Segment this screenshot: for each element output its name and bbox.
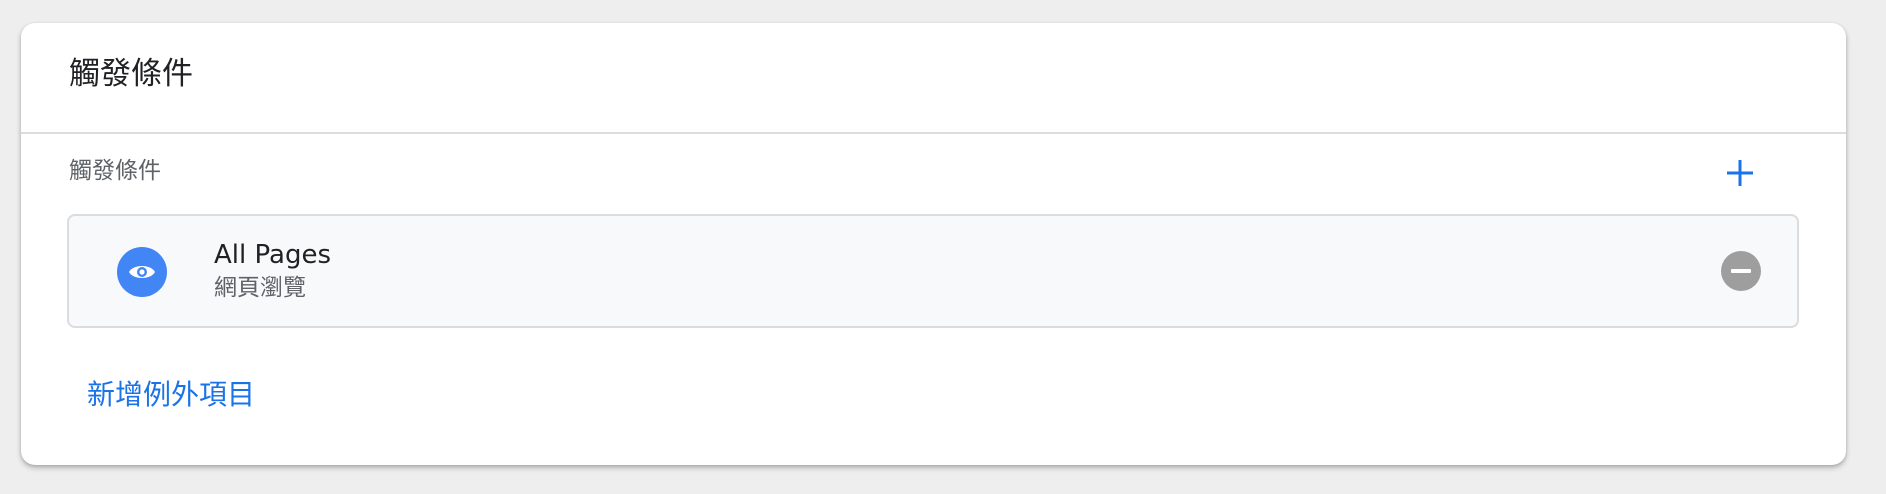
trigger-row[interactable]: All Pages 網頁瀏覽 (67, 214, 1799, 328)
remove-trigger-button[interactable] (1721, 251, 1761, 291)
section-label: 觸發條件 (69, 158, 161, 184)
eye-icon (117, 247, 167, 297)
add-trigger-button[interactable] (1720, 153, 1760, 193)
add-exception-link[interactable]: 新增例外項目 (87, 378, 255, 412)
trigger-card: 觸發條件 觸發條件 All Pages 網頁瀏覽 新增例外項目 (21, 23, 1846, 465)
trigger-name: All Pages (214, 240, 331, 270)
remove-circle-icon (1731, 269, 1751, 273)
card-title: 觸發條件 (69, 56, 193, 92)
card-header: 觸發條件 (21, 23, 1846, 134)
plus-icon (1727, 160, 1753, 186)
trigger-type: 網頁瀏覽 (214, 275, 306, 301)
